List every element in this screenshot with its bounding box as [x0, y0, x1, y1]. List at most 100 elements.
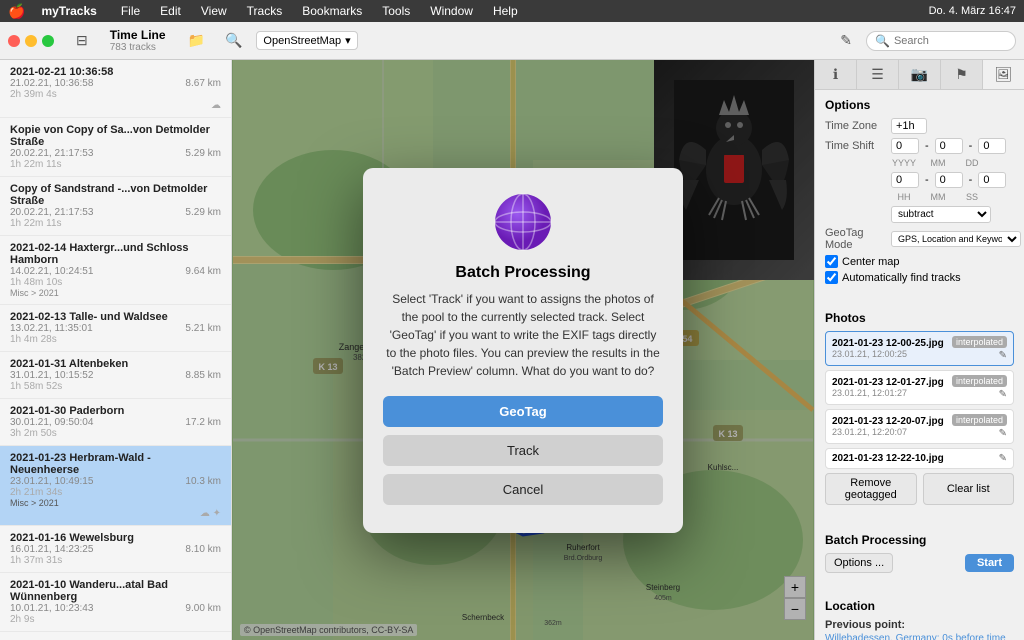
- track-date: 23.01.21, 10:49:15 10.3 km: [10, 476, 221, 487]
- list-item[interactable]: 2021-02-13 Talle- und Waldsee 13.02.21, …: [0, 305, 231, 352]
- sidebar: 2021-02-21 10:36:58 21.02.21, 10:36:58 8…: [0, 60, 232, 640]
- track-button[interactable]: Track: [383, 435, 663, 466]
- timeshift-row: Time Shift - -: [825, 138, 1014, 154]
- timeshift-input-4[interactable]: [891, 172, 919, 188]
- minus-sep-2: -: [969, 140, 973, 152]
- window-title: Time Line 783 tracks: [110, 28, 166, 53]
- list-item[interactable]: 2021-02-14 Haxtergr...und Schloss Hambor…: [0, 236, 231, 305]
- tab-photo[interactable]: 🖼: [983, 60, 1024, 89]
- menu-edit[interactable]: Edit: [156, 4, 185, 18]
- tab-list[interactable]: ☰: [857, 60, 899, 89]
- menu-window[interactable]: Window: [426, 4, 477, 18]
- search-button[interactable]: 🔍: [219, 30, 248, 51]
- menu-help[interactable]: Help: [489, 4, 522, 18]
- photo-edit-icon[interactable]: ✎: [999, 389, 1007, 400]
- list-item[interactable]: 2021-02-21 10:36:58 21.02.21, 10:36:58 8…: [0, 60, 231, 118]
- photo-item[interactable]: 2021-01-23 12-00-25.jpg 23.01.21, 12:00:…: [825, 331, 1014, 366]
- geotag-mode-select[interactable]: GPS, Location and Keywords GPS only: [891, 231, 1021, 247]
- options-title: Options: [825, 98, 1014, 112]
- timeshift-input-3[interactable]: [978, 138, 1006, 154]
- clear-list-button[interactable]: Clear list: [923, 473, 1015, 505]
- geotag-button[interactable]: GeoTag: [383, 396, 663, 427]
- search-box[interactable]: 🔍: [866, 31, 1016, 51]
- maximize-button[interactable]: [42, 35, 54, 47]
- list-item[interactable]: Copy of Sandstrand -...von Detmolder Str…: [0, 177, 231, 236]
- center-map-checkbox[interactable]: [825, 255, 838, 268]
- photo-item[interactable]: 2021-01-23 12-22-10.jpg ✎: [825, 448, 1014, 469]
- track-title: 2021-02-14 Haxtergr...und Schloss Hambor…: [10, 242, 221, 266]
- timeshift-input-1[interactable]: [891, 138, 919, 154]
- chevron-down-icon: ▾: [345, 34, 351, 47]
- new-folder-button[interactable]: 📁: [182, 30, 211, 51]
- track-duration: 1h 22m 11s: [10, 218, 221, 229]
- search-icon: 🔍: [875, 34, 890, 48]
- batch-options-button[interactable]: Options ...: [825, 553, 893, 573]
- menu-tracks[interactable]: Tracks: [243, 4, 287, 18]
- photo-name: 2021-01-23 12-01-27.jpg: [832, 377, 944, 388]
- toolbar: ⊟ Time Line 783 tracks 📁 🔍 OpenStreetMap…: [0, 22, 1024, 60]
- window-title-sub: 783 tracks: [110, 42, 166, 53]
- minimize-button[interactable]: [25, 35, 37, 47]
- remove-geotagged-button[interactable]: Remove geotagged: [825, 473, 917, 505]
- apple-menu[interactable]: 🍎: [8, 3, 25, 20]
- photo-time: 23.01.21, 12:20:07: [832, 427, 944, 437]
- menu-view[interactable]: View: [197, 4, 231, 18]
- tab-info[interactable]: ℹ: [815, 60, 857, 89]
- list-item[interactable]: Kopie von Copy of Sa...von Detmolder Str…: [0, 118, 231, 177]
- interpolated-badge: interpolated: [952, 375, 1007, 387]
- modal-icon: [493, 192, 553, 252]
- list-item[interactable]: 2021-01-31 Altenbeken 31.01.21, 10:15:52…: [0, 352, 231, 399]
- photo-item[interactable]: 2021-01-23 12-01-27.jpg 23.01.21, 12:01:…: [825, 370, 1014, 405]
- photo-edit-icon[interactable]: ✎: [999, 350, 1007, 361]
- photo-name: 2021-01-23 12-22-10.jpg: [832, 453, 944, 464]
- batch-actions-row: Options ... Start: [825, 553, 1014, 573]
- modal-text: Select 'Track' if you want to assigns th…: [383, 290, 663, 380]
- center-map-label: Center map: [842, 256, 899, 268]
- list-item[interactable]: 2021-01-30 Paderborn 30.01.21, 09:50:04 …: [0, 399, 231, 446]
- edit-button[interactable]: ✎: [834, 30, 858, 51]
- list-item[interactable]: 2021-01-10 Wanderu...atal Bad Wünnenberg…: [0, 573, 231, 632]
- prev-point-text[interactable]: Willebadessen, Germany: 0s before time o…: [825, 633, 1014, 640]
- close-button[interactable]: [8, 35, 20, 47]
- photo-item[interactable]: 2021-01-23 12-20-07.jpg 23.01.21, 12:20:…: [825, 409, 1014, 444]
- timezone-row: Time Zone: [825, 118, 1014, 134]
- photo-edit-icon[interactable]: ✎: [999, 428, 1007, 439]
- list-item[interactable]: 2021-01-23 Herbram-Wald - Neuenheerse 23…: [0, 446, 231, 526]
- photo-time: 23.01.21, 12:01:27: [832, 388, 944, 398]
- right-panel: ℹ ☰ 📷 ⚑ 🖼 Options Time Zone Time Shift -…: [814, 60, 1024, 640]
- track-title: 2021-01-31 Altenbeken: [10, 358, 221, 370]
- tab-camera[interactable]: 📷: [899, 60, 941, 89]
- cancel-button[interactable]: Cancel: [383, 474, 663, 505]
- track-date: 14.02.21, 10:24:51 9.64 km: [10, 266, 221, 277]
- interpolated-badge: interpolated: [952, 336, 1007, 348]
- batch-title: Batch Processing: [825, 533, 1014, 547]
- timeshift-units-row: YYYY MM DD: [890, 158, 1014, 168]
- timezone-input[interactable]: [891, 118, 927, 134]
- minus-sep-4: -: [969, 174, 973, 186]
- menu-bookmarks[interactable]: Bookmarks: [298, 4, 366, 18]
- track-date: 16.01.21, 14:23:25 8.10 km: [10, 544, 221, 555]
- minus-sep-1: -: [925, 140, 929, 152]
- menu-file[interactable]: File: [117, 4, 144, 18]
- batch-start-button[interactable]: Start: [965, 554, 1014, 572]
- tab-flag[interactable]: ⚑: [941, 60, 983, 89]
- subtract-select[interactable]: subtract add: [891, 206, 991, 223]
- photo-edit-icon[interactable]: ✎: [999, 453, 1007, 464]
- track-duration: 2h 9s: [10, 614, 221, 625]
- timeshift-input-2[interactable]: [935, 138, 963, 154]
- photos-section: Photos 2021-01-23 12-00-25.jpg 23.01.21,…: [815, 303, 1024, 517]
- track-duration: 1h 4m 28s: [10, 334, 221, 345]
- timeshift-input-6[interactable]: [978, 172, 1006, 188]
- menu-tools[interactable]: Tools: [378, 4, 414, 18]
- search-input[interactable]: [894, 35, 1007, 47]
- track-date: 20.02.21, 21:17:53 5.29 km: [10, 207, 221, 218]
- map-selector[interactable]: OpenStreetMap ▾: [256, 31, 357, 50]
- auto-find-checkbox[interactable]: [825, 271, 838, 284]
- track-date: 20.02.21, 21:17:53 5.29 km: [10, 148, 221, 159]
- track-title: 2021-01-30 Paderborn: [10, 405, 221, 417]
- sidebar-toggle[interactable]: ⊟: [70, 30, 94, 51]
- timeshift-label: Time Shift: [825, 140, 885, 152]
- timeshift-input-5[interactable]: [935, 172, 963, 188]
- list-item[interactable]: 2021-01-16 Wewelsburg 16.01.21, 14:23:25…: [0, 526, 231, 573]
- map-area[interactable]: L 828 L 517 K 13 L 954 K 13 L 828 Zangen…: [232, 60, 814, 640]
